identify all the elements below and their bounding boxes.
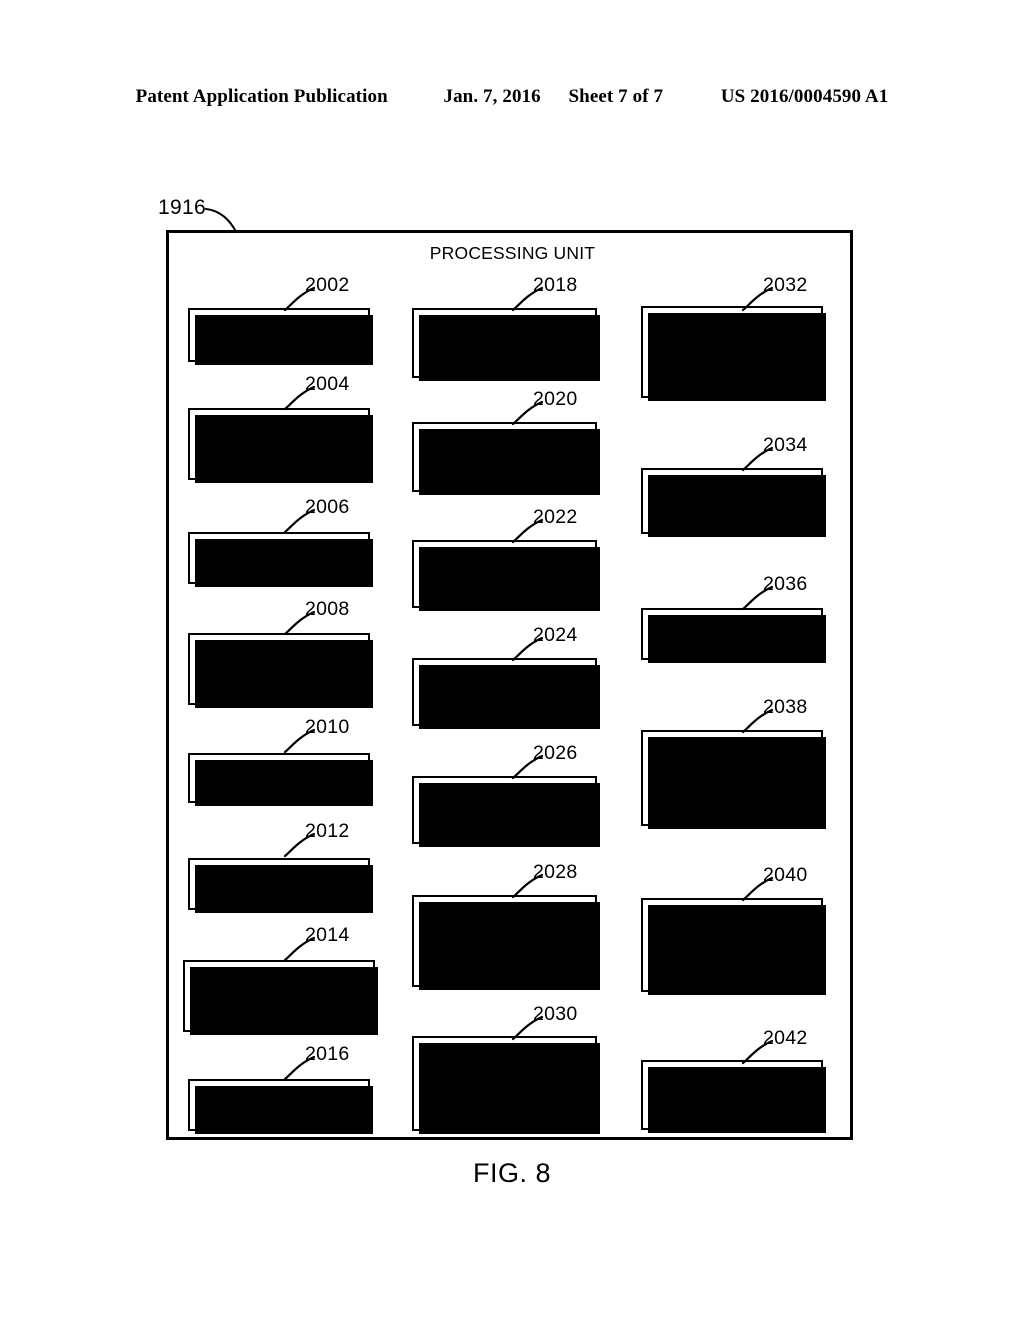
- processing-unit-title: PROCESSING UNIT: [429, 243, 596, 263]
- component-label-2032: SALVAGE INDICATION INFORMATION USER: [677, 314, 787, 390]
- component-label-2028: SALVAGE INDICATION INFORMATION OBTAINER: [450, 903, 559, 979]
- leader-line-2020: [511, 400, 544, 426]
- component-box-2018[interactable]: NESTED TRANSACTION LIMIT DETERMINER: [412, 308, 600, 381]
- component-box-2024[interactable]: FALSE-SHARING CONFLICT DETERMINER: [412, 658, 600, 729]
- component-box-2008[interactable]: TRANSACTIONAL EXECUTION STOPPER: [188, 633, 373, 708]
- component-label-2030: SALVAGE INDICATION INFORMATION SAVER: [450, 1045, 559, 1122]
- leader-line-2038: [741, 708, 774, 734]
- component-box-2030[interactable]: SALVAGE INDICATION INFORMATION SAVER: [412, 1036, 600, 1134]
- component-box-2006[interactable]: POINT-OF-FAILURE DETECTOR: [188, 532, 373, 587]
- leader-line-2032: [741, 286, 774, 312]
- leader-line-2010: [283, 728, 316, 754]
- component-label-2020: SPECULATIVE STATE LIMIT DETERMINER: [451, 428, 558, 485]
- component-box-2040[interactable]: TRANSACTION STATE INFORMATION DETERMINER: [641, 898, 826, 995]
- component-box-2038[interactable]: TRANSACTION STATE INFORMATION RECORDER: [641, 730, 826, 829]
- leader-line-2042: [741, 1039, 774, 1065]
- component-box-2022[interactable]: CACHE-LINE CONFLICT DETECTOR: [412, 540, 600, 611]
- leader-line-2026: [511, 754, 544, 780]
- component-label-2024: FALSE-SHARING CONFLICT DETERMINER: [441, 663, 568, 720]
- publication-header: Patent Application Publication Jan. 7, 2…: [0, 86, 1024, 108]
- component-box-2012[interactable]: SPECULATIVE STATE COMMITTER: [188, 858, 373, 913]
- component-label-2004: ELIDED LOCK INFORMATION RECORDER: [224, 415, 334, 472]
- component-box-2028[interactable]: SALVAGE INDICATION INFORMATION OBTAINER: [412, 895, 600, 990]
- component-label-2042: ABOUT-TO-FAIL CONTROL TRANSFEROR: [673, 1066, 791, 1123]
- component-box-2010[interactable]: LOCK ACQUIRER: [188, 753, 373, 806]
- leader-line-2006: [283, 508, 316, 534]
- component-box-2042[interactable]: ABOUT-TO-FAIL CONTROL TRANSFEROR: [641, 1060, 826, 1133]
- component-label-2008: TRANSACTIONAL EXECUTION STOPPER: [213, 640, 345, 697]
- component-label-2022: CACHE-LINE CONFLICT DETECTOR: [457, 545, 552, 602]
- publication-title: Patent Application Publication: [135, 86, 388, 107]
- component-label-2002: SALVAGING REGISTER: [234, 316, 324, 354]
- leader-line-2034: [741, 446, 774, 472]
- component-box-2004[interactable]: ELIDED LOCK INFORMATION RECORDER: [188, 408, 373, 483]
- component-label-2016: NEXT INSTRUCTION EVALUATOR: [202, 1086, 356, 1124]
- component-label-2014: NON-TRANSACTIONAL EXECUTION STARTER: [196, 967, 362, 1024]
- component-box-2026[interactable]: ABOUT-TO-FAIL HANDLER RECORDER: [412, 776, 600, 847]
- patent-number: US 2016/0004590 A1: [720, 86, 889, 107]
- leader-line-2016: [283, 1055, 316, 1081]
- publication-date: Jan. 7, 2016: [443, 86, 541, 107]
- reference-label-1916: 1916: [158, 196, 206, 219]
- component-label-2006: POINT-OF-FAILURE DETECTOR: [206, 539, 352, 577]
- leader-line-2008: [283, 610, 316, 636]
- leader-line-2028: [511, 873, 544, 899]
- leader-line-2014: [283, 936, 316, 962]
- component-label-2040: TRANSACTION STATE INFORMATION DETERMINER: [675, 907, 789, 983]
- patent-figure-page: Patent Application Publication Jan. 7, 2…: [0, 0, 1024, 1320]
- component-box-2002[interactable]: SALVAGING REGISTER: [188, 308, 373, 365]
- component-box-2034[interactable]: SALVAGE INDICATION SAVE DETERMINER: [641, 468, 826, 537]
- sheet-number: Sheet 7 of 7: [568, 86, 664, 107]
- component-label-2012: SPECULATIVE STATE COMMITTER: [205, 865, 353, 903]
- component-label-2018: NESTED TRANSACTION LIMIT DETERMINER: [430, 314, 579, 371]
- leader-line-2022: [511, 518, 544, 544]
- leader-line-2012: [283, 832, 316, 858]
- component-label-2038: TRANSACTION STATE INFORMATION RECORDER: [675, 740, 789, 816]
- leader-line-2030: [511, 1015, 544, 1041]
- component-box-2032[interactable]: SALVAGE INDICATION INFORMATION USER: [641, 306, 826, 401]
- component-box-2016[interactable]: NEXT INSTRUCTION EVALUATOR: [188, 1079, 373, 1134]
- leader-line-2004: [283, 385, 316, 411]
- leader-line-2024: [511, 636, 544, 662]
- leader-line-2036: [741, 585, 774, 611]
- component-label-2010: LOCK ACQUIRER: [214, 769, 344, 787]
- component-label-2036: TRANSACTION SUSPENDER: [675, 615, 789, 653]
- leader-line-2040: [741, 876, 774, 902]
- component-label-2034: SALVAGE INDICATION SAVE DETERMINER: [664, 472, 800, 529]
- component-box-2020[interactable]: SPECULATIVE STATE LIMIT DETERMINER: [412, 422, 600, 495]
- component-box-2014[interactable]: NON-TRANSACTIONAL EXECUTION STARTER: [183, 960, 378, 1035]
- figure-caption: FIG. 8: [472, 1158, 551, 1188]
- leader-line-2018: [511, 286, 544, 312]
- leader-line-2002: [283, 286, 316, 312]
- component-box-2036[interactable]: TRANSACTION SUSPENDER: [641, 608, 826, 663]
- component-label-2026: ABOUT-TO-FAIL HANDLER RECORDER: [445, 781, 564, 838]
